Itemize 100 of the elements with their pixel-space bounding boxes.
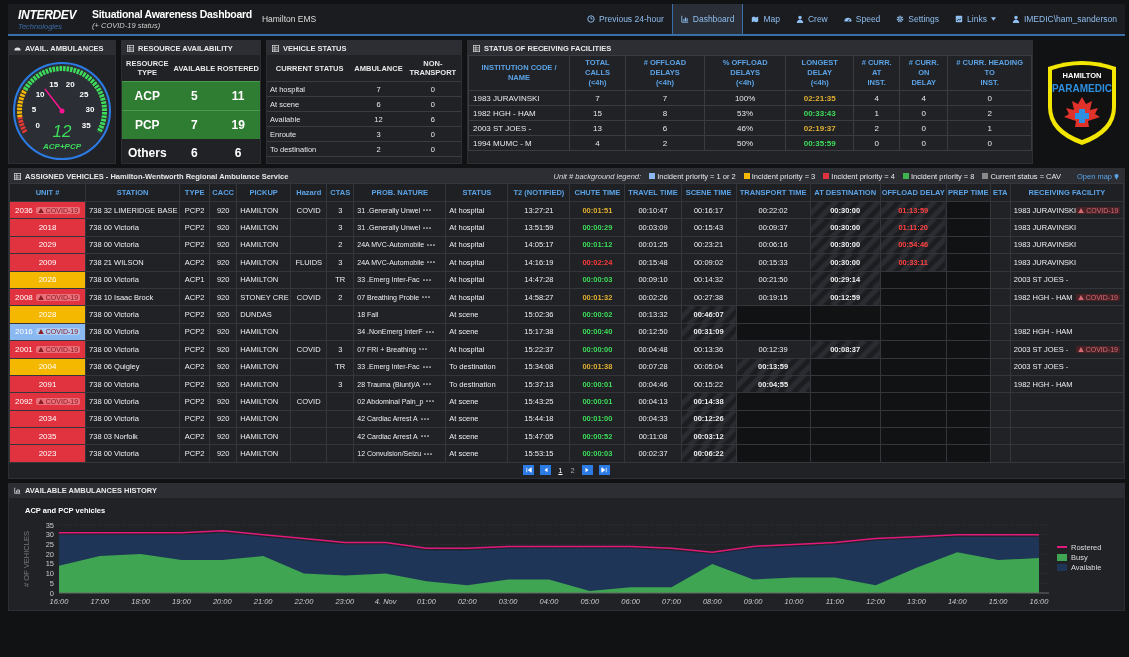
table-cell: 19 [216, 110, 260, 139]
nav-item[interactable]: Previous 24-hour [579, 4, 672, 34]
table-cell: 1983 JURAVINSKI [468, 90, 570, 106]
table-cell: 4 [569, 135, 626, 151]
more-icon[interactable] [427, 261, 436, 264]
legend-swatch [1056, 545, 1068, 548]
delay-time: 00:33:43 [803, 108, 836, 118]
dashboard-title: Situational Awareness Dashboard [92, 8, 252, 20]
more-icon[interactable] [425, 330, 434, 333]
unit-number: 2009 [38, 257, 57, 267]
warning-icon [1078, 207, 1085, 213]
bar-chart-icon [14, 487, 21, 495]
brand-logo: INTERDEV [18, 7, 78, 22]
unit-number: 2036 [15, 205, 33, 215]
unit-number: 2035 [38, 431, 57, 441]
gauge-tick-label: 5 [31, 104, 37, 114]
settings-icon [896, 15, 905, 23]
table-cell: Others [122, 139, 173, 167]
table-icon [473, 44, 480, 52]
unit-number: 2023 [38, 449, 57, 459]
user-icon [1011, 15, 1020, 23]
speedometer-icon [843, 15, 852, 23]
gauge-tick-label: 15 [49, 80, 59, 90]
delay-time: 00:35:59 [803, 138, 836, 148]
warning-icon [37, 207, 44, 213]
table-cell: 0 [899, 135, 948, 151]
unit-number: 2018 [38, 223, 57, 233]
more-icon[interactable] [427, 243, 436, 246]
nav-item[interactable]: Map [743, 4, 788, 34]
user-icon [795, 15, 804, 23]
table-cell: 2 [947, 105, 1032, 121]
unit-number: 2092 [15, 397, 33, 406]
map-pin-icon [1114, 172, 1119, 180]
table-cell: 15 [569, 105, 626, 121]
more-icon[interactable] [426, 400, 435, 403]
speedometer-icon [14, 44, 21, 52]
table-cell: 53% [704, 105, 786, 121]
gauge-label: ACP+PCP [43, 142, 81, 151]
gauge-value: 12 [52, 122, 72, 141]
previous-icon [542, 467, 549, 474]
table-cell: 4 [899, 90, 948, 106]
table-cell: 0 [899, 105, 948, 121]
gauge-tick-label: 20 [65, 80, 75, 90]
table-icon [127, 44, 134, 52]
more-icon[interactable] [422, 383, 431, 386]
table-cell: 1 [947, 120, 1032, 136]
nav-item[interactable]: Crew [787, 4, 836, 34]
warning-icon [37, 346, 44, 352]
more-icon[interactable] [420, 435, 429, 438]
table-cell: 7 [625, 90, 705, 106]
nav-item[interactable]: Dashboard [671, 4, 744, 34]
map-icon [751, 15, 760, 23]
warning-icon [37, 329, 44, 335]
next-icon [584, 467, 591, 474]
unit-number: 2029 [38, 240, 57, 250]
table-cell: 0 [947, 135, 1032, 151]
warning-icon [1077, 346, 1084, 352]
unit-number: 2001 [15, 344, 33, 354]
table-cell: 8 [625, 105, 705, 121]
nav-item[interactable]: Speed [835, 4, 889, 34]
unit-number: 2034 [38, 414, 57, 424]
more-icon[interactable] [424, 452, 433, 455]
more-icon[interactable] [422, 296, 431, 299]
bar-chart-icon [680, 15, 689, 23]
more-icon[interactable] [423, 226, 432, 229]
legend-swatch [1057, 553, 1067, 561]
table-cell: 7 [569, 90, 626, 106]
more-icon[interactable] [422, 365, 431, 368]
table-cell: 4 [853, 90, 900, 106]
nav-item[interactable]: IMEDIC\ham_sanderson [1003, 4, 1125, 34]
table-cell: PCP [122, 110, 173, 139]
table-cell: 6 [216, 139, 260, 167]
more-icon[interactable] [420, 417, 429, 420]
table-cell: 2 [625, 135, 705, 151]
warning-icon [37, 294, 44, 300]
table-icon [14, 172, 21, 180]
more-icon[interactable] [419, 348, 428, 351]
more-icon[interactable] [422, 278, 431, 281]
last-page-icon [601, 467, 608, 474]
table-cell: 0 [899, 120, 948, 136]
unit-number: 2004 [38, 362, 57, 372]
table-cell: 13 [569, 120, 626, 136]
nav-item[interactable]: Settings [888, 4, 948, 34]
unit-number: 2028 [38, 310, 57, 320]
warning-icon [1077, 294, 1084, 300]
unit-number: 2026 [38, 275, 57, 285]
image-icon [955, 15, 964, 23]
table-cell: 2003 ST JOES - [468, 120, 570, 136]
table-cell: 2 [853, 120, 900, 136]
clock-icon [587, 15, 596, 23]
delay-time: 02:21:35 [803, 93, 836, 103]
previous-page-button[interactable] [540, 465, 552, 476]
nav-item[interactable]: Links [947, 4, 1004, 34]
first-page-button[interactable] [523, 465, 535, 476]
gauge-tick-label: 30 [85, 104, 95, 114]
next-page-button[interactable] [581, 465, 593, 476]
last-page-button[interactable] [598, 465, 610, 476]
table-cell: 6 [172, 139, 217, 167]
gauge-tick-label: 35 [81, 121, 91, 130]
more-icon[interactable] [423, 209, 432, 212]
